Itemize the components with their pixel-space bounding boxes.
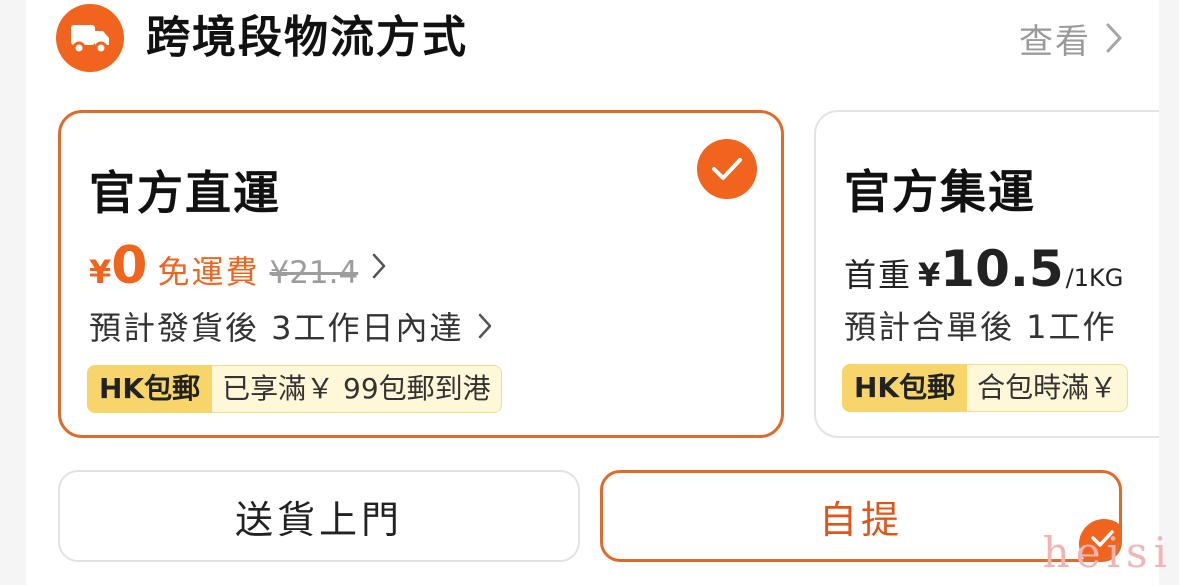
shipping-option-direct[interactable]: 官方直運 ¥ 0 免運費 ¥21.4 預計發貨後 3工作日內達 HK包郵 已享滿…: [58, 110, 784, 438]
eta-row: 預計合單後 1工作: [844, 302, 1117, 348]
promo-tag: HK包郵 合包時滿￥: [842, 364, 1129, 412]
home-delivery-button[interactable]: 送貨上門: [58, 470, 580, 562]
watermark: heisi: [1042, 528, 1173, 577]
chevron-right-icon: [478, 313, 491, 339]
tag-label: HK包郵: [87, 365, 213, 413]
price-value: 0: [111, 236, 148, 296]
option-name: 官方集運: [844, 165, 1036, 219]
view-link[interactable]: 查看: [1019, 14, 1123, 62]
truck-icon: [56, 4, 124, 72]
eta-text: 預計發貨後 3工作日內達: [89, 309, 464, 347]
tag-text: 已享滿￥ 99包郵到港: [212, 365, 502, 413]
logistics-panel: 跨境段物流方式 查看 官方直運 ¥ 0 免運費 ¥21.4 預計發貨後 3工作日…: [26, 0, 1159, 585]
price-row: 首重 ¥ 10.5 /1KG: [844, 240, 1124, 298]
price-value: 10.5: [940, 240, 1064, 298]
eta-text: 預計合單後 1工作: [844, 308, 1117, 346]
currency-symbol: ¥: [89, 253, 112, 291]
eta-row[interactable]: 預計發貨後 3工作日內達: [89, 303, 492, 349]
selected-check-icon: [697, 139, 757, 199]
price-row: ¥ 0 免運費 ¥21.4: [89, 236, 386, 296]
tag-label: HK包郵: [842, 364, 968, 412]
promo-tag: HK包郵 已享滿￥ 99包郵到港: [87, 365, 502, 413]
self-pickup-label: 自提: [818, 497, 903, 542]
shipping-option-consolidated[interactable]: 官方集運 首重 ¥ 10.5 /1KG 預計合單後 1工作 HK包郵 合包時滿￥: [814, 110, 1159, 438]
chevron-right-icon: [1106, 23, 1122, 53]
section-title: 跨境段物流方式: [146, 12, 468, 63]
view-label: 查看: [1019, 21, 1091, 62]
free-shipping-label: 免運費: [157, 253, 260, 291]
currency-symbol: ¥: [918, 256, 941, 294]
option-name: 官方直運: [89, 166, 281, 220]
price-prefix: 首重: [844, 256, 913, 294]
original-price: ¥21.4: [269, 255, 359, 291]
tag-text: 合包時滿￥: [967, 364, 1129, 412]
chevron-right-icon[interactable]: [372, 253, 386, 279]
price-unit: /1KG: [1065, 264, 1124, 292]
